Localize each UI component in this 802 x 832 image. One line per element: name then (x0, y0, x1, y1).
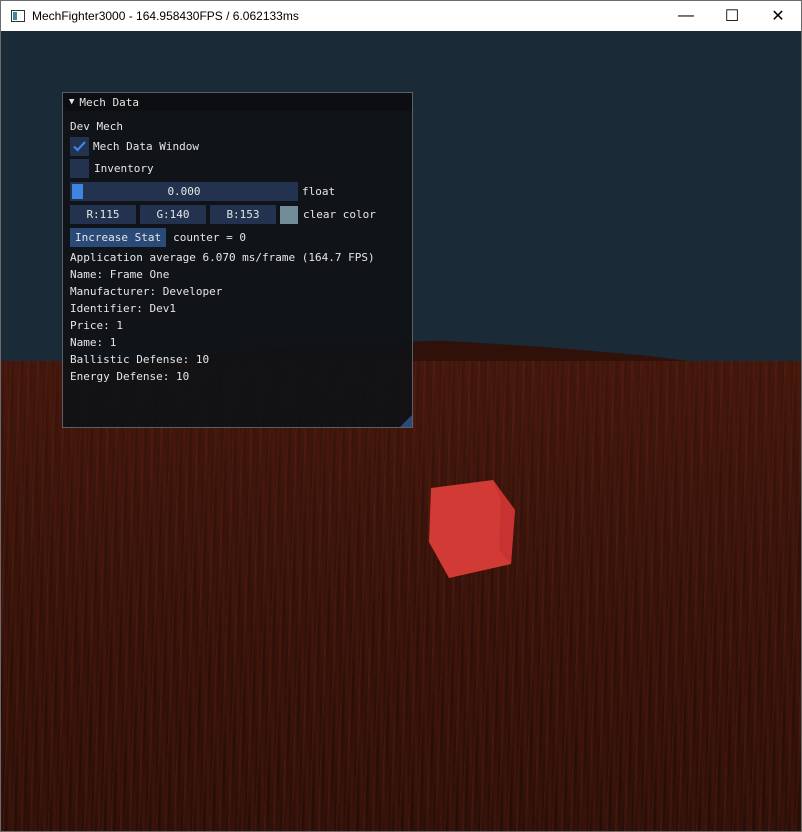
checkmark-icon (73, 141, 86, 152)
mech-data-panel[interactable]: ▼ Mech Data Dev Mech Mech Data Window In… (62, 92, 413, 428)
inventory-checkbox-row[interactable]: Inventory (70, 159, 154, 178)
clear-color-row: R:115 G:140 B:153 clear color (70, 205, 376, 224)
mech-data-checkbox-label: Mech Data Window (93, 140, 199, 153)
stats-line: Name: Frame One (70, 268, 170, 281)
stats-line: Name: 1 (70, 336, 117, 349)
maximize-button[interactable]: ☐ (709, 1, 755, 31)
float-slider-value: 0.000 (167, 185, 201, 198)
minimize-button[interactable]: — (663, 1, 709, 31)
float-slider-label: float (302, 185, 336, 198)
app-window: MechFighter3000 - 164.958430FPS / 6.0621… (0, 0, 802, 832)
title-bar[interactable]: MechFighter3000 - 164.958430FPS / 6.0621… (1, 1, 801, 31)
close-button[interactable]: ✕ (755, 1, 801, 31)
resize-grip[interactable] (400, 415, 412, 427)
stats-line: Ballistic Defense: 10 (70, 353, 210, 366)
stats-line: Price: 1 (70, 319, 123, 332)
stats-line: Energy Defense: 10 (70, 370, 190, 383)
clear-color-label: clear color (303, 208, 376, 221)
stats-line: Application average 6.070 ms/frame (164.… (70, 251, 375, 264)
panel-title-bar[interactable]: ▼ Mech Data (63, 93, 412, 111)
color-swatch[interactable] (280, 205, 298, 224)
mech-data-checkbox[interactable] (70, 137, 89, 156)
app-icon (11, 10, 25, 22)
increase-stat-row: Increase Stat counter = 0 (70, 228, 246, 247)
increase-stat-button[interactable]: Increase Stat (70, 228, 167, 247)
color-g-field[interactable]: G:140 (140, 205, 206, 224)
game-viewport[interactable]: ▼ Mech Data Dev Mech Mech Data Window In… (1, 31, 801, 831)
stats-line: Manufacturer: Developer (70, 285, 223, 298)
inventory-checkbox-label: Inventory (94, 162, 154, 175)
panel-title: Mech Data (79, 95, 140, 109)
mech-data-checkbox-row[interactable]: Mech Data Window (70, 137, 199, 156)
window-controls: — ☐ ✕ (663, 1, 801, 31)
float-slider[interactable]: 0.000 (70, 182, 298, 201)
stats-line: Identifier: Dev1 (70, 302, 176, 315)
header-text: Dev Mech (70, 120, 123, 133)
red-cube (429, 480, 515, 578)
color-r-field[interactable]: R:115 (70, 205, 136, 224)
collapse-arrow-icon[interactable]: ▼ (69, 97, 74, 107)
slider-grab[interactable] (72, 184, 83, 199)
window-title: MechFighter3000 - 164.958430FPS / 6.0621… (32, 9, 299, 23)
counter-text: counter = 0 (173, 231, 246, 244)
color-b-field[interactable]: B:153 (210, 205, 276, 224)
float-slider-row: 0.000 float (70, 182, 335, 201)
terrain-ground (1, 361, 801, 831)
inventory-checkbox[interactable] (70, 159, 89, 178)
